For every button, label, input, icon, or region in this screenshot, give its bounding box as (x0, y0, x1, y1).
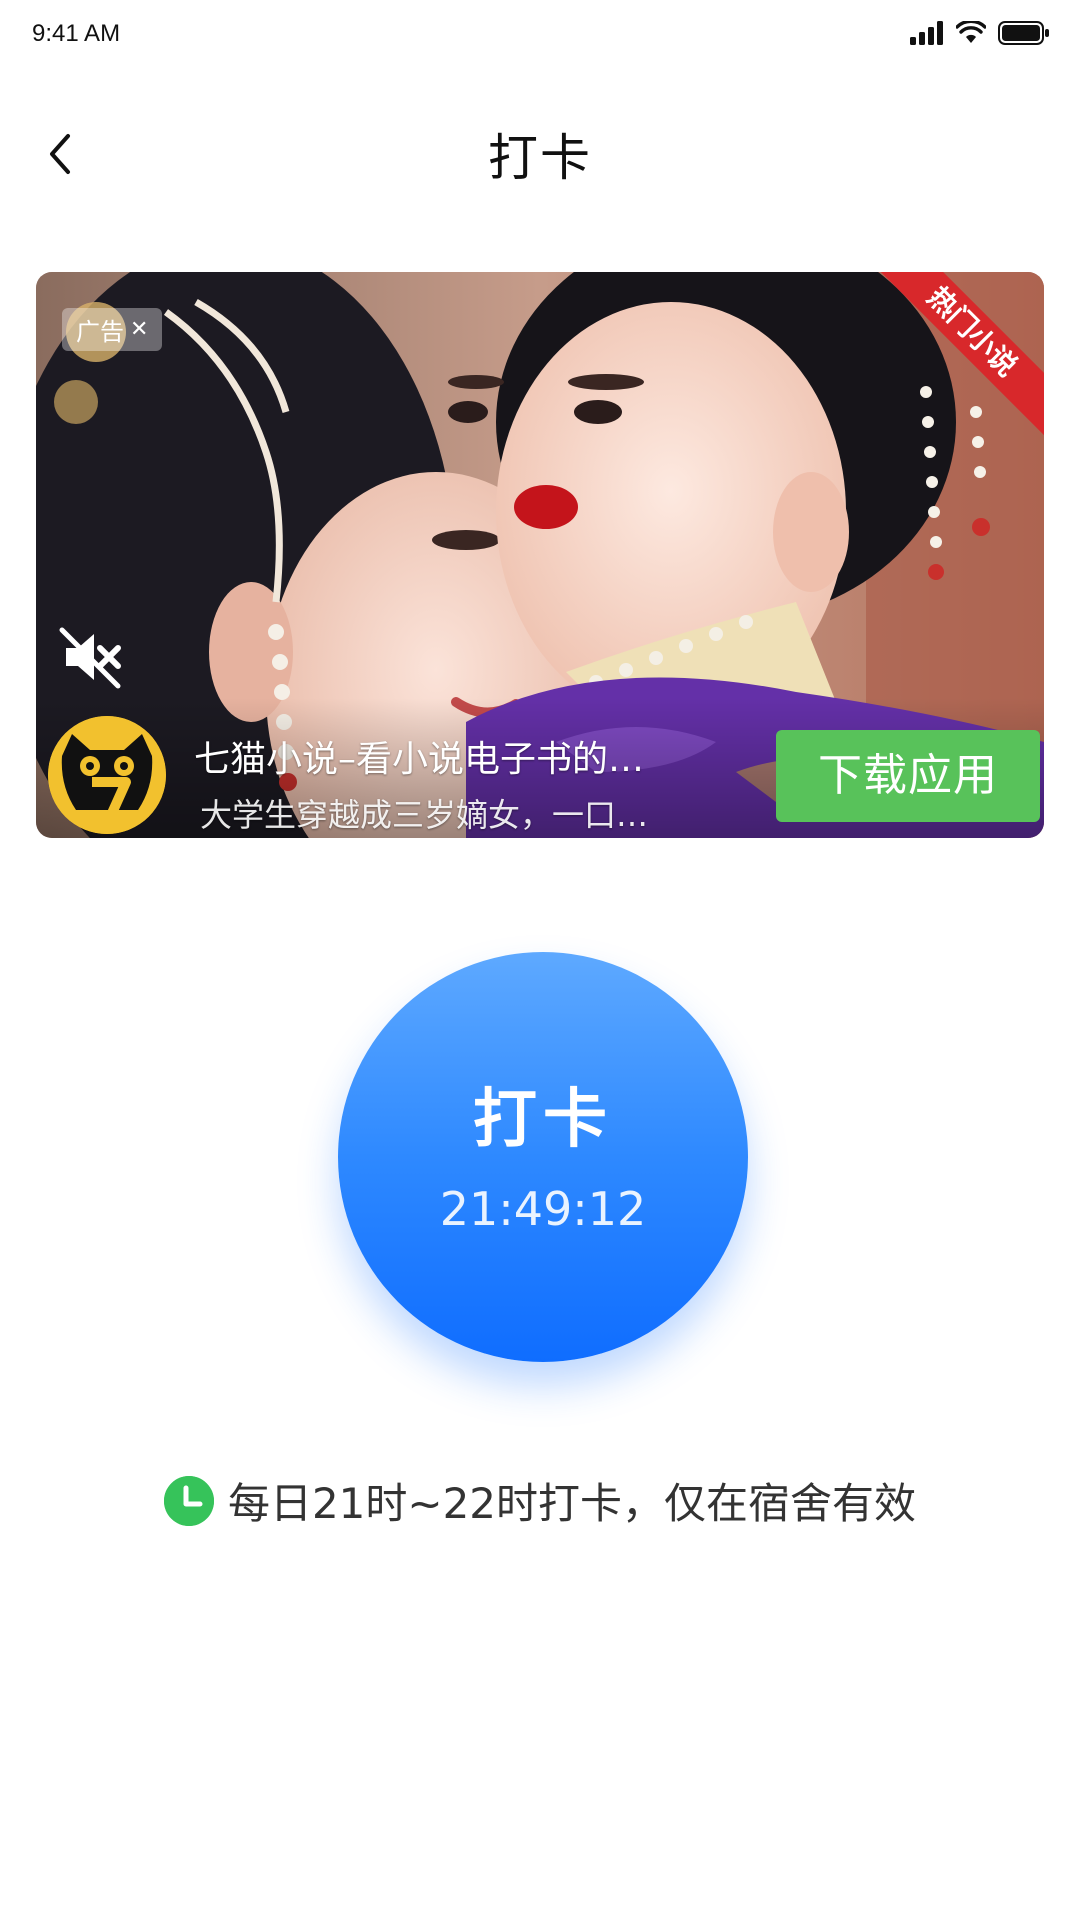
punch-in-label: 打卡 (473, 1083, 613, 1157)
checkin-page: 9:41 AM 打卡 广告 ✕ 热门小说 七猫小说–看小说电子书的… 大学生穿越… (0, 0, 1080, 1920)
status-time: 9:41 AM (32, 20, 121, 47)
download-app-button[interactable]: 下载应用 (776, 730, 1040, 822)
ad-label[interactable]: 广告 ✕ (62, 308, 163, 351)
wifi-icon (955, 19, 987, 49)
mute-button[interactable] (56, 622, 126, 692)
ad-label-text: 广告 (76, 318, 124, 346)
close-icon: ✕ (130, 317, 149, 342)
cellular-signal-icon (910, 21, 944, 49)
nav-bar: 打卡 (0, 100, 1080, 210)
cat-seven-logo-icon (48, 716, 166, 834)
clock-icon (163, 1475, 214, 1526)
current-time: 21:49:12 (439, 1182, 647, 1236)
battery-icon (998, 21, 1050, 49)
punch-in-button[interactable]: 打卡 21:49:12 (338, 952, 748, 1362)
ad-description: 大学生穿越成三岁嫡女，一口… (200, 796, 649, 834)
speaker-muted-icon (59, 627, 121, 689)
status-icons (910, 19, 1050, 49)
page-title: 打卡 (488, 129, 592, 187)
status-bar: 9:41 AM (0, 0, 1080, 68)
app-logo (48, 716, 166, 834)
ad-banner[interactable]: 广告 ✕ 热门小说 七猫小说–看小说电子书的… 大学生穿越成三岁嫡女，一口… 下… (36, 272, 1044, 838)
punch-hint: 每日21时~22时打卡，仅在宿舍有效 (0, 1470, 1080, 1531)
hint-text: 每日21时~22时打卡，仅在宿舍有效 (227, 1479, 917, 1528)
ad-app-name: 七猫小说–看小说电子书的… (194, 739, 645, 780)
